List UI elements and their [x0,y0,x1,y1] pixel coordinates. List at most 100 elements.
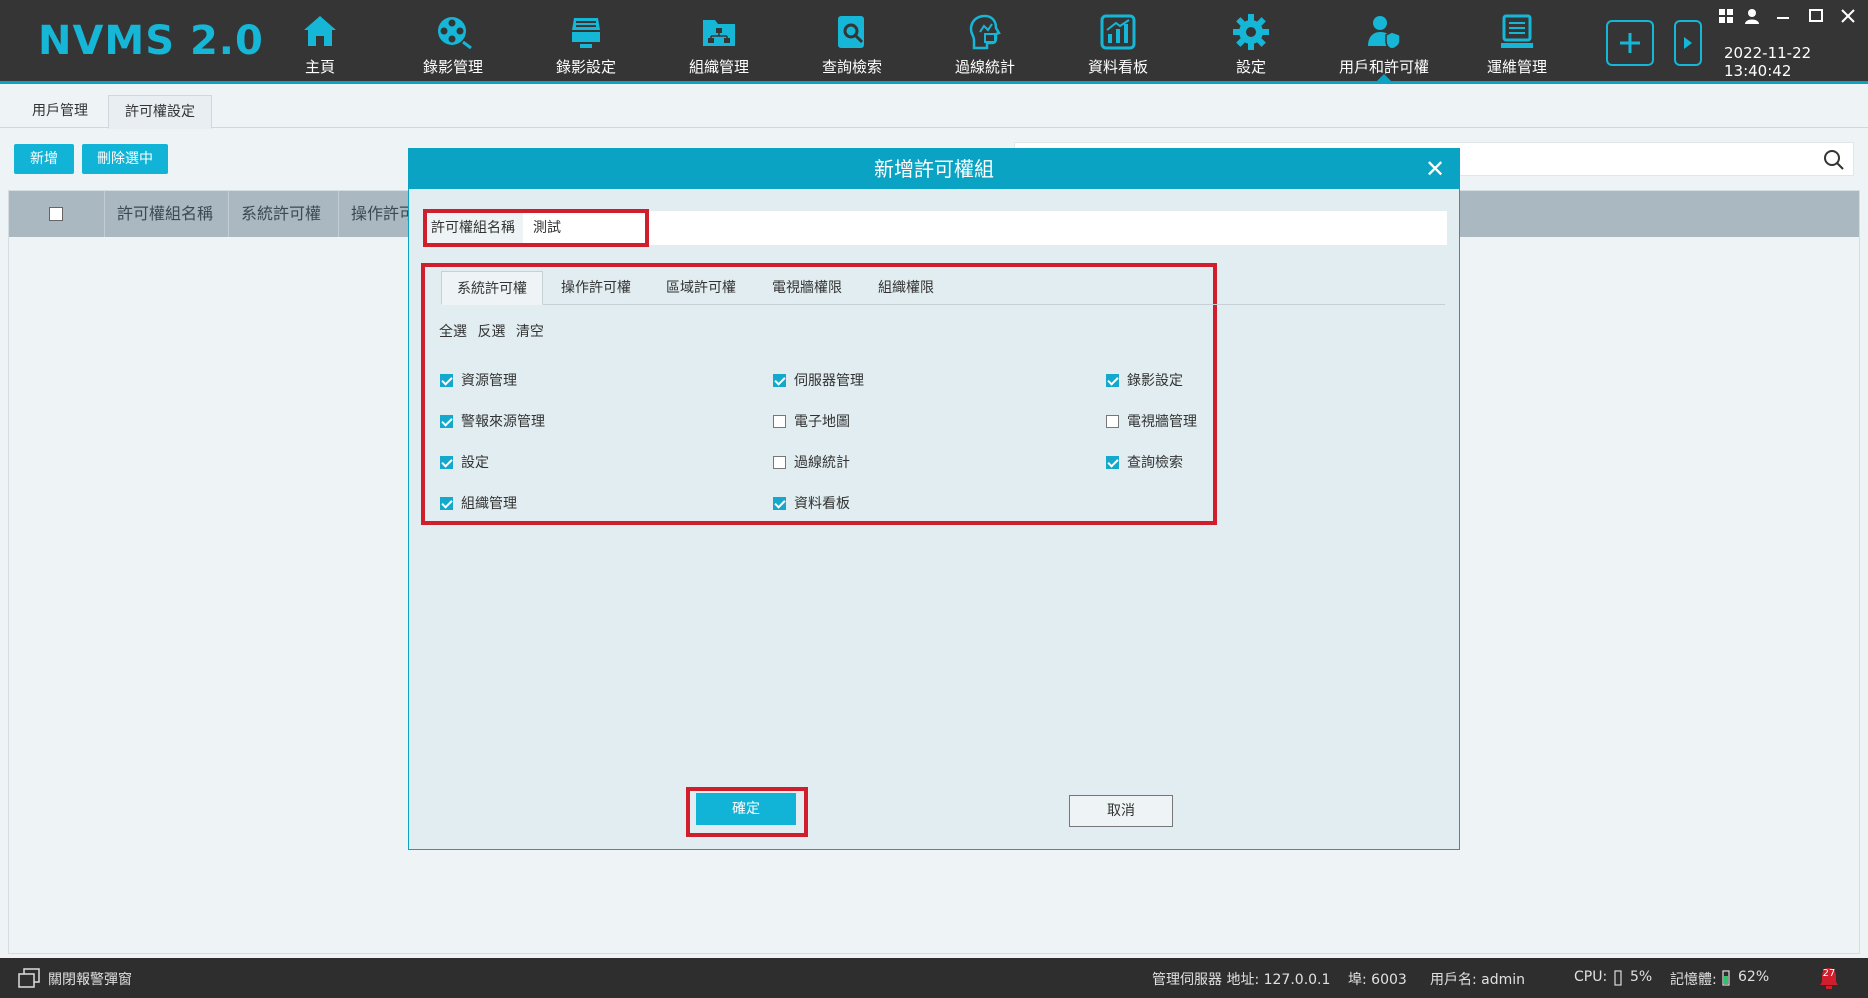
memory-value: 62% [1738,969,1770,985]
perm-server-mgmt[interactable]: 伺服器管理 [773,371,864,391]
tab-system-permission[interactable]: 系統許可權 [441,271,543,305]
nav-data-board[interactable]: 資料看板 [1058,10,1178,76]
nav-label: 資料看板 [1087,58,1148,76]
status-bar: 關閉報警彈窗 管理伺服器 地址: 127.0.0.1 埠: 6003 用戶名: … [0,958,1868,998]
perm-line-stats[interactable]: 過線統計 [773,453,850,473]
tab-user-mgmt[interactable]: 用戶管理 [16,95,104,129]
film-reel-icon [438,17,472,50]
nav-ops-mgmt[interactable]: 運維管理 [1457,10,1577,76]
checkbox[interactable] [440,456,453,469]
head-stats-icon [969,14,1001,50]
grid-view-icon[interactable] [1718,8,1734,24]
nav-label: 查詢檢索 [821,58,882,76]
popup-window-icon[interactable] [18,968,40,988]
plus-icon [1620,33,1640,53]
table-header-cell: 許可權組名稱 [105,191,229,237]
nav-label: 設定 [1235,58,1266,76]
selection-links: 全選 反選 清空 [439,321,550,341]
checkbox[interactable] [1106,415,1119,428]
username-info: 用戶名: admin [1430,972,1526,988]
nav-label: 過線統計 [954,58,1015,76]
perm-record-settings[interactable]: 錄影設定 [1106,371,1183,391]
checkbox[interactable] [773,456,786,469]
maximize-icon[interactable] [1808,8,1824,24]
app-logo: NVMS 2.0 [38,18,264,64]
alarm-bell-icon[interactable]: 27 [1818,966,1840,990]
perm-tv-wall-mgmt[interactable]: 電視牆管理 [1106,412,1197,432]
search-doc-icon [838,16,864,48]
perm-settings[interactable]: 設定 [440,453,489,473]
checkbox[interactable] [773,415,786,428]
nav-label: 運維管理 [1486,58,1547,76]
name-highlight-box [423,209,649,247]
caret-right-icon [1684,37,1692,49]
confirm-button[interactable]: 確定 [696,793,796,825]
checkbox[interactable] [440,497,453,510]
minimize-icon[interactable] [1776,10,1790,24]
tab-area-permission[interactable]: 區域許可權 [651,271,751,305]
tab-permission-settings[interactable]: 許可權設定 [108,95,212,129]
chart-board-icon [1100,14,1136,50]
home-icon [304,16,336,46]
perm-search[interactable]: 查詢檢索 [1106,453,1183,473]
cpu-label: CPU: [1574,969,1608,985]
invert-selection-link[interactable]: 反選 [477,324,505,340]
nav-users-permissions[interactable]: 用戶和許可權 [1324,10,1444,84]
cpu-gauge-icon [1614,970,1622,986]
user-icon[interactable] [1744,8,1760,24]
checkbox[interactable] [440,415,453,428]
cpu-value: 5% [1630,969,1653,985]
clock: 2022-11-22 13:40:42 [1724,44,1812,80]
memory-label: 記憶體: [1670,972,1717,988]
add-tab-button[interactable] [1606,20,1654,66]
nav-record-settings[interactable]: 錄影設定 [526,10,646,76]
add-button[interactable]: 新增 [14,144,74,174]
perm-data-board[interactable]: 資料看板 [773,494,850,514]
table-header-cell: 系統許可權 [229,191,339,237]
nav-search[interactable]: 查詢檢索 [792,10,912,76]
nav-label: 主頁 [304,58,335,76]
checkbox[interactable] [1106,374,1119,387]
nav-label: 錄影設定 [555,58,616,76]
checkbox[interactable] [773,497,786,510]
delete-selected-button[interactable]: 刪除選中 [82,144,168,174]
memory-gauge-icon [1722,970,1730,986]
perm-alarm-source-mgmt[interactable]: 警報來源管理 [440,412,545,432]
perm-e-map[interactable]: 電子地圖 [773,412,850,432]
checkbox[interactable] [1106,456,1119,469]
nav-home[interactable]: 主頁 [260,10,380,76]
checkbox[interactable] [440,374,453,387]
org-folder-icon [703,20,735,46]
search-icon[interactable] [1823,149,1845,171]
permission-tabs: 系統許可權 操作許可權 區域許可權 電視牆權限 組織權限 [441,271,1445,305]
clear-selection-link[interactable]: 清空 [516,324,544,340]
nav-label: 組織管理 [688,58,749,76]
checkbox[interactable] [773,374,786,387]
nav-line-stats[interactable]: 過線統計 [925,10,1045,76]
nav-label: 用戶和許可權 [1338,58,1429,76]
user-shield-icon [1368,16,1401,50]
nav-record-mgmt[interactable]: 錄影管理 [393,10,513,76]
nav-settings[interactable]: 設定 [1191,10,1311,76]
dialog-title: 新增許可權組 [409,149,1459,189]
sub-tab-bar: 用戶管理 許可權設定 [0,87,1868,129]
tab-org-permission[interactable]: 組織權限 [861,271,951,305]
cancel-button[interactable]: 取消 [1069,795,1173,827]
expand-button[interactable] [1674,20,1702,66]
port-info: 埠: 6003 [1348,972,1407,988]
tab-tv-wall-permission[interactable]: 電視牆權限 [755,271,859,305]
nav-label: 錄影管理 [422,58,483,76]
nav-org-mgmt[interactable]: 組織管理 [659,10,779,76]
tab-operation-permission[interactable]: 操作許可權 [545,271,647,305]
close-window-icon[interactable] [1840,8,1856,24]
select-all-link[interactable]: 全選 [439,324,467,340]
perm-org-mgmt[interactable]: 組織管理 [440,494,517,514]
close-alarm-popup-toggle[interactable]: 關閉報警彈窗 [48,969,132,989]
server-address: 管理伺服器 地址: 127.0.0.1 [1152,972,1331,988]
close-icon[interactable]: ✕ [1421,155,1449,183]
perm-resource-mgmt[interactable]: 資源管理 [440,371,517,391]
top-bar: NVMS 2.0 主頁 錄影管理 錄影設定 組織管理 查詢檢索 過線統計 資料看… [0,0,1868,84]
alarm-count-badge: 27 [1822,968,1836,979]
table-header-checkbox-cell [9,191,105,237]
gear-icon [1233,14,1269,50]
